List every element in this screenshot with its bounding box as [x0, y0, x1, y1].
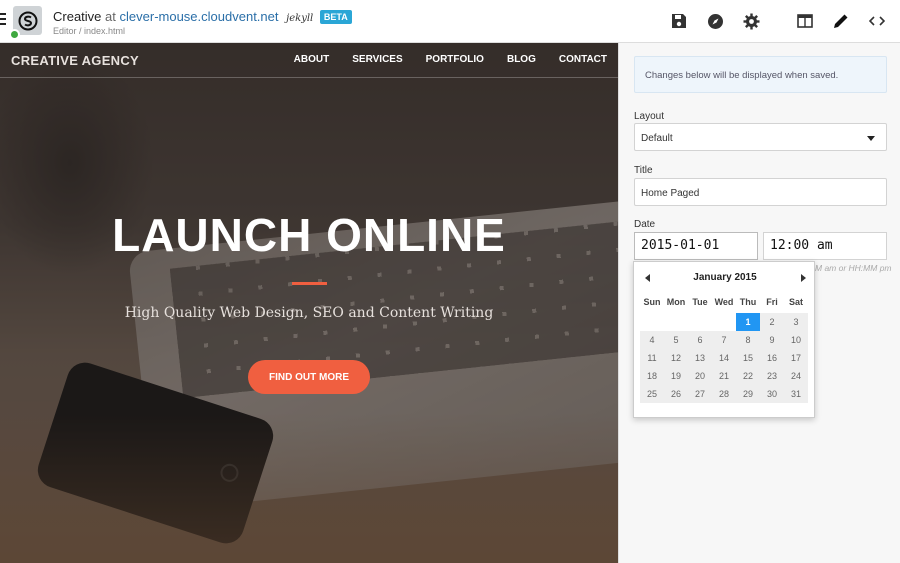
- layout-select-value: Default: [641, 133, 673, 144]
- day-cell[interactable]: 13: [688, 349, 712, 367]
- site-name: Creative: [53, 9, 102, 24]
- status-ok-icon: [9, 29, 20, 40]
- day-cell[interactable]: 20: [688, 367, 712, 385]
- weekday-header: Fri: [766, 297, 778, 307]
- compass-icon[interactable]: [705, 11, 725, 31]
- time-input[interactable]: 12:00 am: [763, 232, 887, 260]
- nav-link-portfolio[interactable]: PORTFOLIO: [426, 54, 484, 65]
- date-picker-year[interactable]: 2015: [734, 272, 756, 283]
- menu-icon[interactable]: [0, 13, 6, 27]
- day-cell[interactable]: 30: [760, 385, 784, 403]
- day-cell[interactable]: 24: [784, 367, 808, 385]
- day-cell[interactable]: 19: [664, 367, 688, 385]
- hero-subtitle: High Quality Web Design, SEO and Content…: [124, 305, 494, 321]
- day-cell[interactable]: 16: [760, 349, 784, 367]
- day-cell[interactable]: 9: [760, 331, 784, 349]
- breadcrumb[interactable]: Editor / index.html: [53, 26, 125, 36]
- time-format-hint: M am or HH:MM pm: [815, 263, 892, 273]
- day-cell[interactable]: 3: [784, 313, 808, 331]
- empty-day-cell: [712, 313, 736, 331]
- weekday-header: Sun: [643, 297, 661, 307]
- site-preview: CREATIVE AGENCY ABOUT SERVICES PORTFOLIO…: [0, 43, 618, 563]
- day-cell[interactable]: 21: [712, 367, 736, 385]
- weekday-header: Wed: [714, 297, 734, 307]
- empty-day-cell: [640, 313, 664, 331]
- site-title: Creative at clever-mouse.cloudvent.net j…: [53, 9, 352, 24]
- day-cell[interactable]: 8: [736, 331, 760, 349]
- site-domain-link[interactable]: clever-mouse.cloudvent.net: [120, 9, 279, 24]
- day-cell[interactable]: 27: [688, 385, 712, 403]
- site-navbar: CREATIVE AGENCY ABOUT SERVICES PORTFOLIO…: [0, 43, 618, 78]
- hero-title: LAUNCH ONLINE: [112, 209, 506, 261]
- site-at: at: [105, 9, 116, 24]
- save-icon[interactable]: [669, 11, 689, 31]
- date-picker-header: January 2015: [634, 272, 816, 286]
- day-cell[interactable]: 31: [784, 385, 808, 403]
- next-month-icon[interactable]: [801, 274, 806, 282]
- weekday-header: Tue: [692, 297, 708, 307]
- day-cell[interactable]: 23: [760, 367, 784, 385]
- day-cell[interactable]: 2: [760, 313, 784, 331]
- day-cell[interactable]: 10: [784, 331, 808, 349]
- title-input[interactable]: Home Paged: [634, 178, 887, 206]
- save-notice: Changes below will be displayed when sav…: [634, 56, 887, 93]
- weekday-header: Thu: [739, 297, 757, 307]
- date-label: Date: [634, 219, 656, 230]
- gear-icon[interactable]: [741, 11, 761, 31]
- layout-select[interactable]: Default: [634, 123, 887, 151]
- day-cell[interactable]: 29: [736, 385, 760, 403]
- date-picker: January 2015 Sun Mon Tue Wed Thu Fri Sat 1 2 3 4 5 6…: [633, 261, 815, 418]
- day-cell[interactable]: 4: [640, 331, 664, 349]
- empty-day-cell: [664, 313, 688, 331]
- beta-badge: BETA: [319, 10, 352, 24]
- date-picker-month: January: [693, 272, 732, 283]
- layout-view-icon[interactable]: [795, 11, 815, 31]
- nav-link-about[interactable]: ABOUT: [294, 54, 330, 65]
- day-cell[interactable]: 12: [664, 349, 688, 367]
- weekday-header: Mon: [666, 297, 686, 307]
- selected-day-cell[interactable]: 1: [736, 313, 760, 331]
- day-cell[interactable]: 11: [640, 349, 664, 367]
- site-nav-links: ABOUT SERVICES PORTFOLIO BLOG CONTACT: [271, 54, 607, 65]
- empty-day-cell: [688, 313, 712, 331]
- date-picker-title: January 2015: [634, 272, 816, 283]
- find-out-more-button[interactable]: FIND OUT MORE: [248, 360, 370, 394]
- day-cell[interactable]: 15: [736, 349, 760, 367]
- day-cell[interactable]: 7: [712, 331, 736, 349]
- day-cell[interactable]: 6: [688, 331, 712, 349]
- weekday-header: Sat: [788, 297, 803, 307]
- day-cell[interactable]: 18: [640, 367, 664, 385]
- date-input[interactable]: 2015-01-01: [634, 232, 758, 260]
- day-cell[interactable]: 22: [736, 367, 760, 385]
- layout-label: Layout: [634, 111, 665, 122]
- day-cell[interactable]: 28: [712, 385, 736, 403]
- chevron-down-icon: [867, 136, 875, 141]
- date-picker-grid: Sun Mon Tue Wed Thu Fri Sat 1 2 3 4 5 6 7 8 9 10 11 12 13 14…: [640, 295, 808, 403]
- code-icon[interactable]: [867, 11, 887, 31]
- editor-topbar: Creative at clever-mouse.cloudvent.net j…: [0, 0, 900, 43]
- edit-pencil-icon[interactable]: [831, 11, 851, 31]
- day-cell[interactable]: 25: [640, 385, 664, 403]
- day-cell[interactable]: 26: [664, 385, 688, 403]
- jekyll-logo: jekyll: [286, 13, 314, 24]
- day-cell[interactable]: 17: [784, 349, 808, 367]
- day-cell[interactable]: 5: [664, 331, 688, 349]
- hero-divider: [292, 282, 327, 285]
- nav-link-blog[interactable]: BLOG: [507, 54, 536, 65]
- nav-link-contact[interactable]: CONTACT: [559, 54, 607, 65]
- title-label: Title: [634, 165, 653, 176]
- site-brand-link[interactable]: CREATIVE AGENCY: [11, 53, 139, 68]
- day-cell[interactable]: 14: [712, 349, 736, 367]
- nav-link-services[interactable]: SERVICES: [352, 54, 402, 65]
